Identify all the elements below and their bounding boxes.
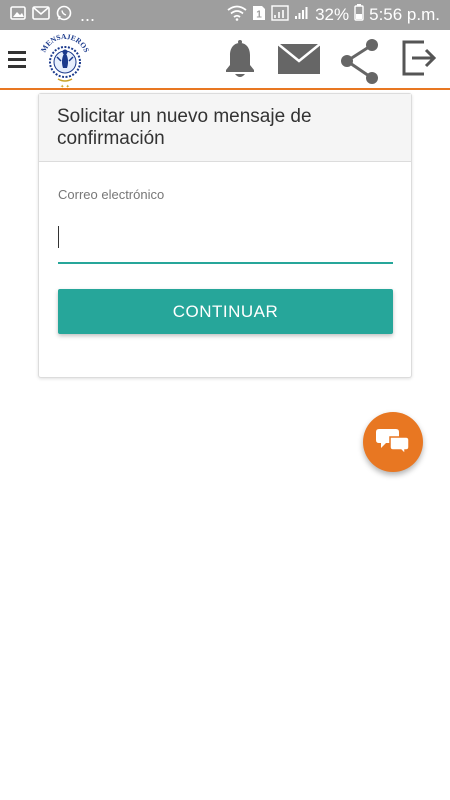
bell-icon[interactable] [220, 38, 260, 78]
chat-fab[interactable] [363, 412, 423, 472]
status-bar: ... 1 32% 5:56 p.m. [0, 0, 450, 30]
sim-1-icon: 1 [252, 5, 266, 26]
continue-button[interactable]: CONTINUAR [58, 289, 393, 334]
whatsapp-notification-icon [56, 5, 72, 26]
menu-icon[interactable] [8, 49, 26, 69]
notification-icons: ... [10, 5, 95, 26]
battery-percent: 32% [315, 5, 350, 24]
signal-sim2-icon [294, 5, 310, 26]
more-notifications-text: ... [80, 5, 96, 25]
resend-confirmation-card: Solicitar un nuevo mensaje de confirmaci… [38, 93, 412, 378]
card-title: Solicitar un nuevo mensaje de confirmaci… [39, 94, 411, 162]
gmail-notification-icon [32, 5, 50, 25]
image-notification-icon [10, 5, 26, 25]
signal-sim1-icon [271, 4, 289, 26]
app-logo: MENSAJEROS ✦ ✦ [36, 30, 94, 90]
sim-badge-text: 1 [256, 9, 262, 20]
svg-text:✦ ✦: ✦ ✦ [60, 84, 70, 90]
battery-icon [354, 4, 364, 26]
text-cursor [58, 226, 59, 248]
mail-icon[interactable] [277, 38, 321, 78]
logout-icon[interactable] [400, 38, 440, 78]
clock: 5:56 p.m. [369, 5, 440, 24]
system-status: 1 32% 5:56 p.m. [227, 4, 440, 26]
app-bar: MENSAJEROS ✦ ✦ [0, 30, 450, 90]
email-label: Correo electrónico [58, 187, 165, 202]
chat-bubbles-icon [376, 425, 410, 460]
email-input[interactable] [58, 220, 393, 264]
share-icon[interactable] [338, 38, 378, 84]
wifi-icon [227, 5, 247, 26]
